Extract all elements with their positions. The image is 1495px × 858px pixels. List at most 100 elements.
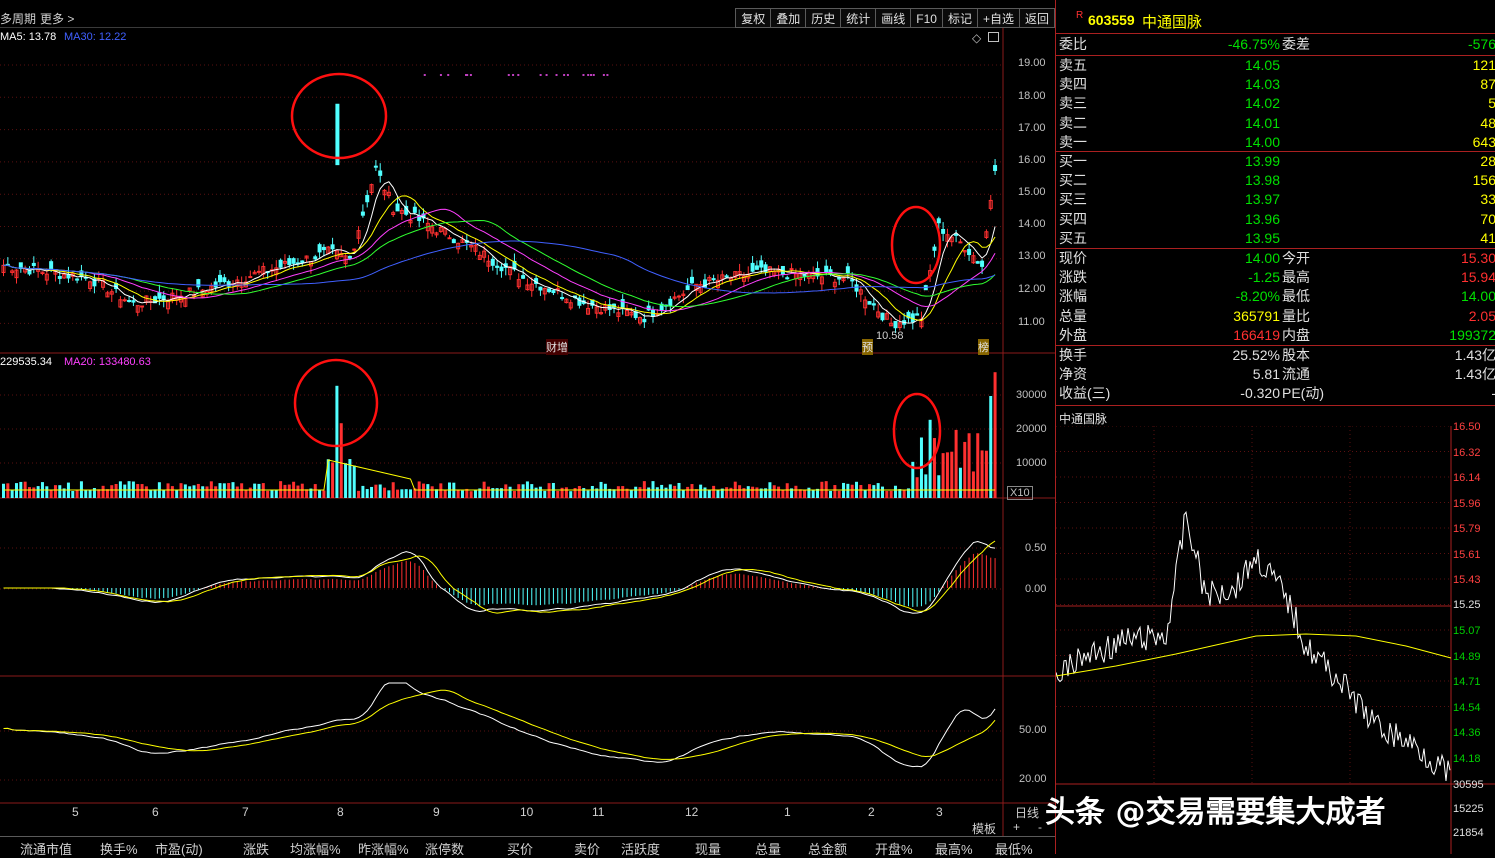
volume-bar [647,487,651,498]
candle [256,270,261,273]
volume-bar [214,486,218,498]
toolbar-draw-button[interactable]: 画线 [876,8,912,28]
col-turnover[interactable]: 换手% [100,839,138,858]
ask-volume: 87 [1480,76,1495,93]
candle [850,279,855,282]
stat-value: 5.81 [1252,366,1280,383]
maximize-icon[interactable] [988,32,999,42]
col-total-vol[interactable]: 总量 [755,839,781,858]
col-pe[interactable]: 市盈(动) [155,839,203,858]
volume-bar [755,487,759,498]
multi-period-button[interactable]: 多周期 [0,10,36,27]
bid-volume: 70 [1480,210,1495,227]
col-prev-change[interactable]: 昨涨幅% [358,839,409,858]
event-tag-earnings[interactable]: 财增 [546,339,568,355]
signal-dot [439,74,442,76]
ask-volume: 121 [1472,57,1495,73]
volume-bar [45,486,49,498]
col-open-pct[interactable]: 开盘% [875,839,913,858]
candle [213,281,218,288]
candle [642,318,647,323]
stat-value: 15.94 [1460,269,1495,286]
stat-row: 换手 25.52% 股本 1.43亿 [1059,347,1495,363]
col-activity[interactable]: 活跃度 [621,839,660,858]
template-button[interactable]: 模板 [972,820,996,837]
volume-bar [114,484,118,498]
add-panel-button[interactable]: + [1013,820,1020,834]
intraday-axis-label: 14.54 [1453,701,1481,714]
candle [958,241,963,244]
stat-value: -1.25 [1248,269,1280,286]
col-ask[interactable]: 卖价 [574,839,600,858]
stock-code: 603559 [1088,12,1135,28]
volume-bar [426,484,430,498]
volume-bar [322,490,326,498]
toolbar-overlay-button[interactable]: 叠加 [771,8,807,28]
col-float-mktcap[interactable]: 流通市值 [20,839,72,858]
intraday-axis-label: 16.50 [1453,421,1481,433]
volume-bar [512,491,516,498]
volume-bar [785,483,789,498]
candle [980,260,985,267]
col-limitup-count[interactable]: 涨停数 [425,839,464,858]
col-avg-change[interactable]: 均涨幅% [290,839,341,858]
volume-bar [422,483,426,498]
candle [845,266,850,274]
candle [915,313,920,316]
remove-panel-button[interactable]: - [1038,820,1042,834]
price-axis-12: 12.00 [1018,283,1046,295]
col-bid[interactable]: 买价 [507,839,533,858]
col-amount[interactable]: 总金额 [808,839,847,858]
toolbar-stats-button[interactable]: 统计 [841,8,877,28]
volume-bar [924,474,928,498]
volume-bar [950,451,954,498]
volume-bar [655,487,659,498]
ask-row: 卖五 14.05 121 [1059,57,1495,73]
quote-panel: R 603559 中通国脉 委比 -46.75% 委差 -576 卖五 14.05… [1055,0,1495,854]
candle [57,276,62,279]
volume-bar [144,486,148,498]
col-change[interactable]: 涨跌 [243,839,269,858]
volume-bar [205,486,209,498]
volume-bar [915,477,919,498]
toolbar-adjust-button[interactable]: 复权 [735,8,772,28]
volume-bar [738,485,742,498]
stock-name: 中通国脉 [1142,14,1203,31]
column-header-bar: 流通市值 换手% 市盈(动) 涨跌 均涨幅% 昨涨幅% 涨停数 买价 卖价 活跃… [0,836,1055,857]
intraday-axis-label: 15.07 [1453,625,1481,637]
intraday-axis-label: 14.71 [1453,676,1481,688]
volume-bar [222,483,226,498]
event-tag-list[interactable]: 榜 [978,339,989,355]
candle [824,265,829,273]
volume-bar [703,487,707,498]
intraday-vol-axis-label: 30595 [1453,779,1484,791]
toolbar-back-button[interactable]: 返回 [1019,8,1055,28]
volume-bar [803,490,807,498]
col-current-vol[interactable]: 现量 [695,839,721,858]
volume-bar [274,489,278,498]
volume-bar [564,487,568,498]
bid-volume: 28 [1480,153,1495,169]
candle [140,305,145,308]
kline-chart[interactable] [0,28,1055,836]
volume-bar [235,486,239,498]
highlight-circle [890,205,942,285]
month-tick: 8 [337,805,344,819]
candle [932,246,937,251]
chart-topbar: 多周期 更多 > 复权 叠加 历史 统计 画线 F10 标记 +自选 返回 [0,0,1055,28]
toolbar-f10-button[interactable]: F10 [911,8,943,28]
more-button[interactable]: 更多 > [40,10,74,27]
signal-dot [447,74,450,76]
col-high-pct[interactable]: 最高% [935,839,973,858]
volume-bar [833,485,837,498]
daily-period-label[interactable]: 日线 [1015,804,1039,821]
toolbar-mark-button[interactable]: 标记 [942,8,978,28]
volume-bar [443,490,447,498]
candle [131,300,136,303]
toolbar-watchlist-button[interactable]: +自选 [977,8,1020,28]
toolbar-history-button[interactable]: 历史 [806,8,842,28]
volume-bar [149,490,153,498]
col-low-pct[interactable]: 最低% [995,839,1033,858]
diamond-icon[interactable]: ◇ [972,31,981,45]
event-tag-forecast[interactable]: 预 [862,339,873,355]
